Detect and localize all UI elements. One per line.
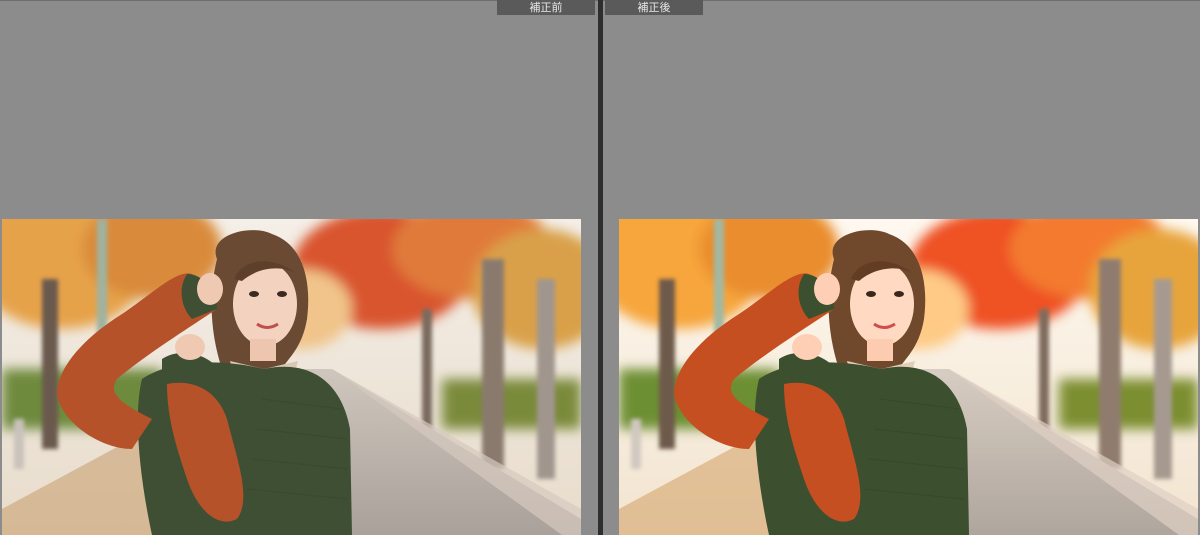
after-label: 補正後 bbox=[605, 0, 703, 15]
before-pane: 補正前 bbox=[0, 0, 598, 535]
portrait-image-before bbox=[2, 219, 581, 535]
before-photo bbox=[2, 219, 581, 535]
after-photo bbox=[619, 219, 1198, 535]
portrait-image-after bbox=[619, 219, 1198, 535]
before-label: 補正前 bbox=[497, 0, 595, 15]
after-pane: 補正後 bbox=[603, 0, 1200, 535]
